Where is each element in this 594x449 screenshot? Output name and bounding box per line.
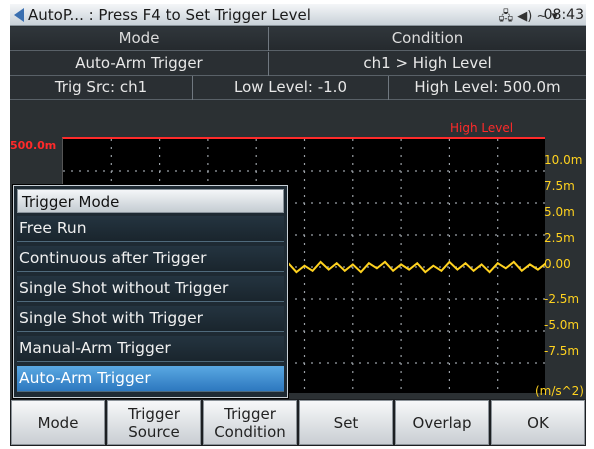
y-unit-label: (m/s^2)	[534, 384, 584, 398]
header-mode: Mode	[118, 29, 160, 47]
level-marker-value: 500.0m	[10, 139, 57, 152]
y-tick-label: -7.5m	[544, 344, 580, 358]
trigger-mode-menu: Trigger Mode Free Run Continuous after T…	[13, 185, 288, 398]
menu-item-auto-arm-trigger[interactable]: Auto-Arm Trigger	[17, 366, 284, 392]
softkey-label-line2: Source	[128, 422, 180, 441]
instrument-screen: AutoP... : Press F4 to Set Trigger Level…	[10, 4, 586, 446]
y-tick-label: 7.5m	[544, 179, 575, 193]
softkey-trigger-condition[interactable]: Trigger Condition	[203, 400, 297, 445]
softkey-trigger-source[interactable]: Trigger Source	[107, 400, 201, 445]
menu-item-continuous-after-trigger[interactable]: Continuous after Trigger	[17, 246, 284, 272]
condition-value[interactable]: ch1 > High Level	[268, 52, 586, 76]
back-arrow-icon[interactable]	[14, 8, 24, 22]
y-tick-label: 10.0m	[544, 153, 583, 167]
clock: 08:43	[543, 7, 584, 23]
softkey-label: Set	[333, 413, 359, 432]
header-condition: Condition	[268, 27, 586, 51]
softkey-label: Trigger	[224, 404, 276, 423]
table-header-row: Mode Condition	[10, 27, 586, 51]
softkey-label: Trigger	[128, 404, 180, 423]
title-bar: AutoP... : Press F4 to Set Trigger Level…	[10, 4, 586, 26]
y-tick-label: 5.0m	[544, 205, 575, 219]
softkey-mode[interactable]: Mode	[11, 400, 105, 445]
softkey-label: OK	[527, 413, 549, 432]
softkey-bar: Mode Trigger Source Trigger Condition Se…	[10, 399, 586, 446]
menu-title: Trigger Mode	[17, 189, 284, 213]
y-tick-label: 0.00	[544, 257, 571, 271]
high-level-value[interactable]: High Level: 500.0m	[388, 76, 586, 100]
softkey-label: Mode	[37, 413, 79, 432]
menu-item-single-shot-without-trigger[interactable]: Single Shot without Trigger	[17, 276, 284, 302]
high-level-marker-label: High Level	[450, 121, 514, 135]
softkey-set[interactable]: Set	[299, 400, 393, 445]
softkey-ok[interactable]: OK	[491, 400, 585, 445]
softkey-overlap[interactable]: Overlap	[395, 400, 489, 445]
softkey-label: Overlap	[412, 413, 472, 432]
y-tick-label: 2.5m	[544, 231, 575, 245]
mode-value[interactable]: Auto-Arm Trigger	[10, 52, 268, 76]
mode-condition-row: Auto-Arm Trigger ch1 > High Level	[10, 52, 586, 76]
low-level-value[interactable]: Low Level: -1.0	[192, 76, 388, 100]
y-tick-label: -2.5m	[544, 292, 580, 306]
menu-item-single-shot-with-trigger[interactable]: Single Shot with Trigger	[17, 306, 284, 332]
menu-item-free-run[interactable]: Free Run	[17, 216, 284, 242]
trig-src-value[interactable]: Trig Src: ch1	[10, 76, 192, 100]
window-title: AutoP... : Press F4 to Set Trigger Level	[28, 6, 311, 24]
menu-item-manual-arm-trigger[interactable]: Manual-Arm Trigger	[17, 336, 284, 362]
softkey-label-line2: Condition	[214, 422, 286, 441]
y-tick-label: -5.0m	[544, 318, 580, 332]
trigger-source-row: Trig Src: ch1 Low Level: -1.0 High Level…	[10, 76, 586, 100]
